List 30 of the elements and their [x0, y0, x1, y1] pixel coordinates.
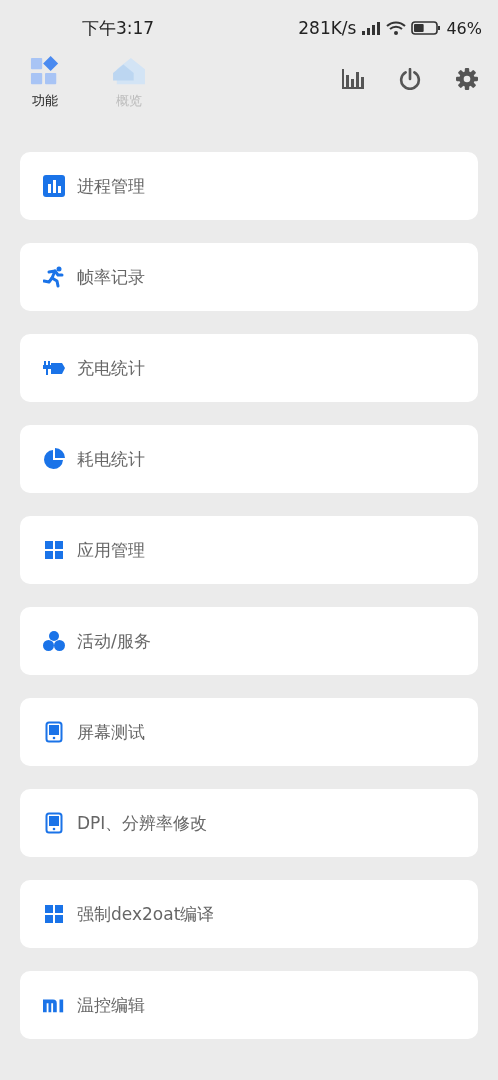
grid-icon — [45, 541, 63, 559]
menu-item[interactable]: 活动/服务 — [20, 607, 478, 675]
menu-item[interactable]: 应用管理 — [20, 516, 478, 584]
runner-icon — [43, 266, 65, 288]
bar-chart-icon[interactable] — [342, 68, 364, 90]
grid-icon — [45, 905, 63, 923]
phone-icon — [43, 812, 65, 834]
menu-item[interactable]: 强制dex2oat编译 — [20, 880, 478, 948]
battery-percent: 46% — [446, 18, 482, 38]
menu-item[interactable]: 帧率记录 — [20, 243, 478, 311]
nav-tab[interactable]: 功能 — [26, 56, 64, 110]
network-speed: 281K/s — [298, 18, 357, 38]
pie-chart-icon — [43, 448, 65, 470]
menu-item[interactable]: 充电统计 — [20, 334, 478, 402]
clock: 下午3:17 — [82, 16, 156, 40]
wifi-icon — [386, 21, 407, 35]
bar-chart-icon — [43, 175, 65, 197]
menu-item[interactable]: 进程管理 — [20, 152, 478, 220]
menu-item[interactable]: 屏幕测试 — [20, 698, 478, 766]
menu-item[interactable]: 温控编辑 — [20, 971, 478, 1039]
menu-item[interactable]: 耗电统计 — [20, 425, 478, 493]
power-icon[interactable] — [399, 68, 421, 90]
settings-icon[interactable] — [456, 68, 478, 90]
signal-icon — [361, 21, 382, 35]
tiles-icon — [29, 56, 61, 86]
menu-item[interactable]: DPI、分辨率修改 — [20, 789, 478, 857]
house-icon — [113, 56, 145, 86]
phone-icon — [43, 721, 65, 743]
battery-icon — [411, 21, 442, 35]
circles-icon — [43, 630, 65, 652]
